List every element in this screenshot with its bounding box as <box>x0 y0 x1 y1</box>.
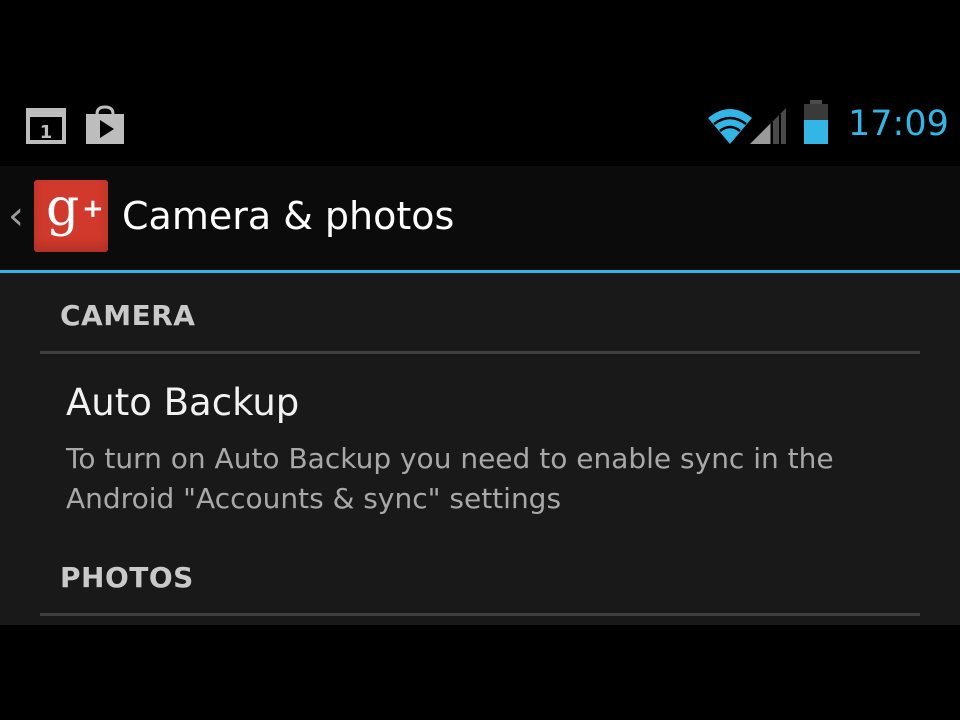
signal-icon <box>750 106 790 148</box>
bottom-letterbox <box>0 625 960 720</box>
play-store-icon <box>84 104 126 150</box>
section-header-photos: PHOTOS <box>60 561 194 594</box>
logo-plus: + <box>82 194 104 224</box>
google-plus-logo[interactable]: g + <box>34 180 108 252</box>
status-bar: 1 17:09 <box>0 88 960 166</box>
calendar-icon: 1 <box>26 108 66 148</box>
page-title: Camera & photos <box>122 194 455 238</box>
wifi-icon <box>706 106 754 148</box>
auto-backup-title: Auto Backup <box>66 381 300 424</box>
auto-backup-summary: To turn on Auto Backup you need to enabl… <box>66 442 834 515</box>
back-caret-icon[interactable]: ‹ <box>8 196 24 236</box>
settings-content: CAMERA Auto Backup To turn on Auto Backu… <box>0 273 960 625</box>
auto-backup-preference[interactable]: Auto Backup To turn on Auto Backup you n… <box>0 369 960 529</box>
battery-icon <box>802 100 830 150</box>
calendar-date: 1 <box>40 122 53 143</box>
status-clock: 17:09 <box>848 104 949 144</box>
section-divider-photos <box>40 613 920 616</box>
action-bar: ‹ g + Camera & photos <box>0 166 960 270</box>
logo-letter: g <box>46 178 80 238</box>
section-divider-camera <box>40 351 920 354</box>
section-header-camera: CAMERA <box>60 299 196 332</box>
